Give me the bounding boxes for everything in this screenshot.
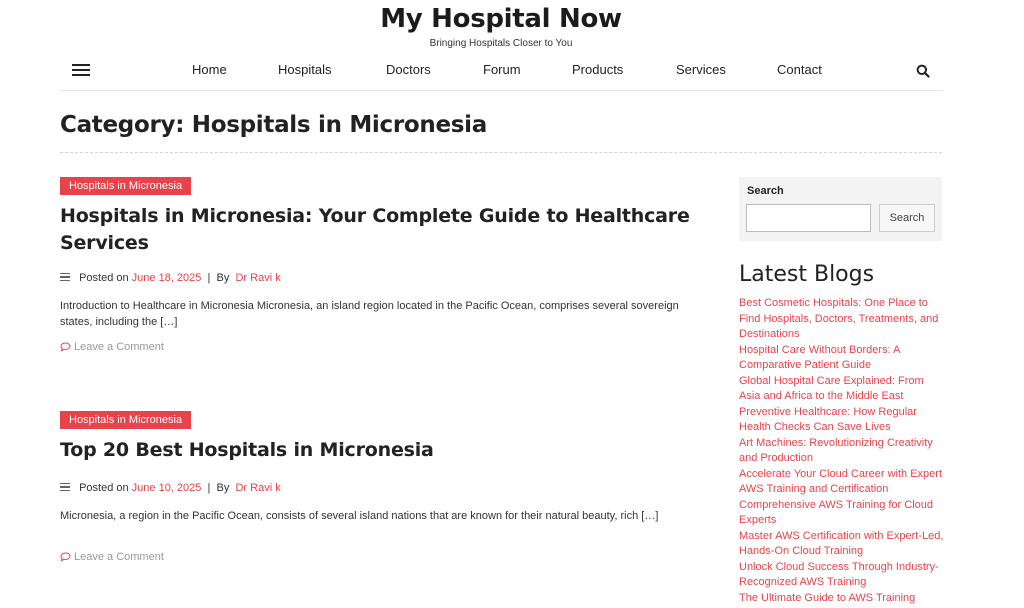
latest-blog-link[interactable]: Unlock Cloud Success Through Industry-Re… — [739, 560, 944, 591]
sidebar-search-widget: Search Search — [739, 177, 942, 241]
post-excerpt: Introduction to Healthcare in Micronesia… — [60, 300, 679, 328]
latest-blog-link[interactable]: Art Machines: Revolutionizing Creativity… — [739, 436, 944, 467]
nav-item-doctors[interactable]: Doctors — [386, 62, 431, 77]
nav-item-contact[interactable]: Contact — [777, 62, 822, 77]
leave-comment-link[interactable]: Leave a Comment — [60, 341, 164, 353]
search-icon[interactable] — [916, 64, 930, 78]
leave-comment-label[interactable]: Leave a Comment — [74, 341, 164, 353]
meta-separator: | — [207, 272, 211, 284]
comment-icon — [60, 342, 71, 352]
page-title: Category: Hospitals in Micronesia — [60, 112, 487, 138]
latest-blog-link[interactable]: Master AWS Certification with Expert-Led… — [739, 529, 944, 560]
leave-comment-link[interactable]: Leave a Comment — [60, 551, 164, 563]
comment-icon — [60, 552, 71, 562]
leave-comment-label[interactable]: Leave a Comment — [74, 551, 164, 563]
main-navigation: Home Hospitals Doctors Forum Products Se… — [60, 54, 942, 91]
nav-item-services[interactable]: Services — [676, 62, 726, 77]
nav-item-hospitals[interactable]: Hospitals — [278, 62, 331, 77]
post-title[interactable]: Top 20 Best Hospitals in Micronesia — [60, 437, 710, 464]
site-tagline: Bringing Hospitals Closer to You — [429, 38, 573, 49]
search-button[interactable]: Search — [879, 204, 935, 232]
nav-item-forum[interactable]: Forum — [483, 62, 521, 77]
post-title[interactable]: Hospitals in Micronesia: Your Complete G… — [60, 203, 710, 257]
latest-blog-link[interactable]: Hospital Care Without Borders: A Compara… — [739, 343, 944, 374]
latest-blog-link[interactable]: Global Hospital Care Explained: From Asi… — [739, 374, 944, 405]
latest-blogs-list: Best Cosmetic Hospitals: One Place to Fi… — [739, 296, 944, 606]
site-title[interactable]: My Hospital Now — [0, 4, 1002, 34]
divider — [60, 152, 942, 153]
lines-icon — [60, 482, 70, 494]
nav-item-home[interactable]: Home — [192, 62, 227, 77]
category-badge[interactable]: Hospitals in Micronesia — [60, 177, 192, 195]
post-excerpt: Micronesia, a region in the Pacific Ocea… — [60, 510, 659, 522]
category-badge[interactable]: Hospitals in Micronesia — [60, 411, 192, 429]
post-date[interactable]: June 18, 2025 — [132, 272, 202, 284]
latest-blogs-heading: Latest Blogs — [739, 262, 875, 287]
posted-on-label: Posted on — [79, 272, 129, 284]
by-label: By — [216, 272, 230, 284]
hamburger-menu-icon[interactable] — [72, 64, 90, 78]
post-date[interactable]: June 10, 2025 — [132, 482, 202, 494]
post-author[interactable]: Dr Ravi k — [235, 482, 280, 494]
by-label: By — [216, 482, 230, 494]
latest-blog-link[interactable]: Comprehensive AWS Training for Cloud Exp… — [739, 498, 944, 529]
post-meta: Posted on June 18, 2025 | By Dr Ravi k — [60, 272, 281, 284]
post-meta: Posted on June 10, 2025 | By Dr Ravi k — [60, 482, 281, 494]
search-input[interactable] — [746, 204, 871, 232]
latest-blog-link[interactable]: Preventive Healthcare: How Regular Healt… — [739, 405, 944, 436]
latest-blog-link[interactable]: The Ultimate Guide to AWS Training — [739, 591, 944, 607]
posted-on-label: Posted on — [79, 482, 129, 494]
lines-icon — [60, 272, 70, 284]
latest-blog-link[interactable]: Best Cosmetic Hospitals: One Place to Fi… — [739, 296, 944, 343]
nav-item-products[interactable]: Products — [572, 62, 623, 77]
meta-separator: | — [207, 482, 211, 494]
latest-blog-link[interactable]: Accelerate Your Cloud Career with Expert… — [739, 467, 944, 498]
post-author[interactable]: Dr Ravi k — [235, 272, 280, 284]
search-label: Search — [747, 185, 784, 197]
